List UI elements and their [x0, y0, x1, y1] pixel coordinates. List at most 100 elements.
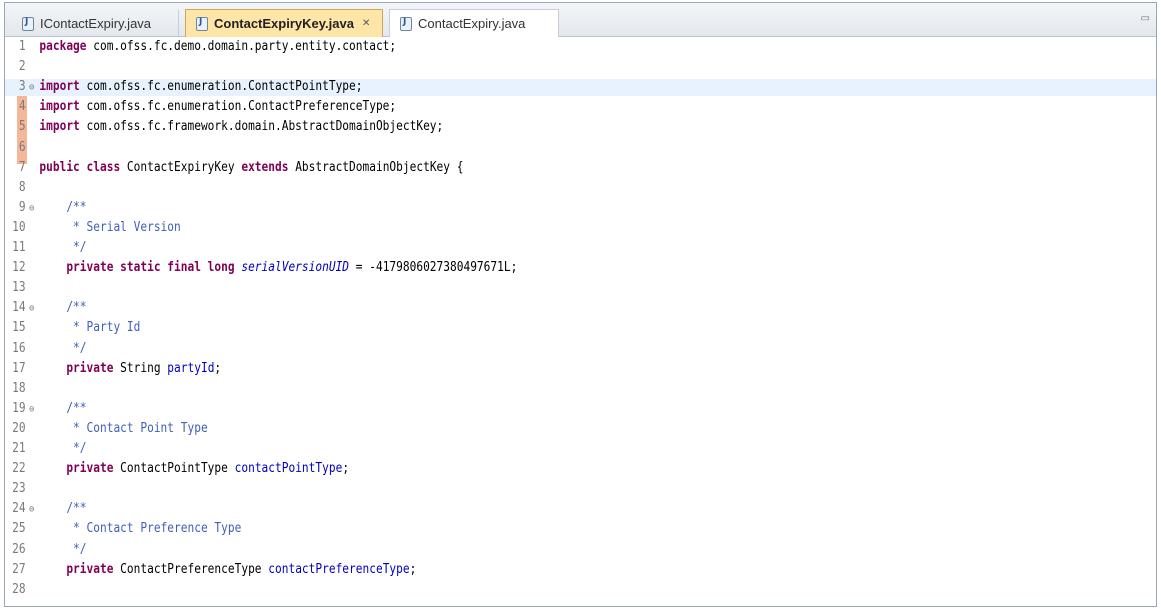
code-line[interactable]: 19 ⊖ /**	[5, 401, 995, 418]
code-line[interactable]: 14 ⊖ /**	[5, 300, 995, 317]
fold-toggle-icon[interactable]: ⊖	[29, 301, 39, 318]
code-token: partyId	[167, 360, 215, 376]
code-line[interactable]: 22 private ContactPointType contactPoint…	[5, 461, 995, 478]
code-token: * Party Id	[39, 320, 141, 336]
code-line[interactable]: 11 */	[5, 240, 995, 257]
code-token: public class	[39, 159, 121, 175]
line-number: 21	[12, 441, 26, 456]
code-token: extends	[241, 159, 289, 175]
line-number: 23	[12, 481, 26, 497]
java-file-icon	[22, 16, 34, 31]
code-token: private static final long	[66, 260, 235, 276]
code-line[interactable]: 21 */	[5, 441, 995, 458]
code-token: /**	[39, 400, 87, 416]
code-token: /**	[39, 300, 87, 316]
code-token: ;	[214, 360, 222, 376]
code-line[interactable]: 16 */	[5, 341, 995, 358]
line-number: 5	[18, 119, 26, 135]
code-token: /**	[39, 501, 87, 517]
code-token: serialVersionUID	[241, 260, 350, 276]
code-line[interactable]: 15 * Party Id	[5, 320, 995, 337]
tab-label: ContactExpiry.java	[418, 16, 526, 31]
line-number: 13	[12, 280, 26, 296]
code-line[interactable]: 20 * Contact Point Type	[5, 421, 995, 438]
code-token: AbstractDomainObjectKey {	[288, 159, 464, 175]
line-number: 6	[18, 139, 26, 155]
fold-toggle-icon[interactable]: ⊖	[29, 402, 39, 419]
code-token: * Contact Preference Type	[39, 521, 242, 537]
code-line[interactable]: 24 ⊖ /**	[5, 501, 995, 518]
fold-toggle-icon[interactable]: ⊖	[29, 80, 39, 97]
code-line[interactable]: 26 */	[5, 542, 995, 559]
code-line[interactable]: 2	[5, 59, 995, 76]
line-number: 28	[12, 581, 26, 597]
code-line[interactable]: 7 public class ContactExpiryKey extends A…	[5, 160, 995, 177]
line-number: 11	[12, 240, 26, 255]
line-number: 22	[12, 461, 26, 477]
code-line[interactable]: 4 import com.ofss.fc.enumeration.ContactP…	[5, 99, 995, 116]
code-line[interactable]: 3 ⊖ import com.ofss.fc.enumeration.Contact…	[5, 79, 1156, 96]
line-number: 20	[12, 420, 26, 436]
line-number: 17	[12, 360, 26, 376]
code-token: private	[66, 461, 114, 477]
code-token: */	[39, 340, 87, 356]
code-line[interactable]: 1 package com.ofss.fc.demo.domain.party.e…	[5, 39, 995, 56]
line-number: 18	[12, 380, 26, 396]
code-line[interactable]: 8	[5, 180, 995, 197]
fold-toggle-icon[interactable]: ⊖	[29, 502, 39, 519]
code-token: import	[39, 99, 80, 115]
line-number: 25	[12, 521, 26, 537]
code-line[interactable]: 18	[5, 381, 995, 398]
code-token: ContactPreferenceType	[113, 561, 269, 577]
tab-label: ContactExpiryKey.java	[214, 16, 354, 31]
code-line[interactable]: 10 * Serial Version	[5, 220, 995, 237]
code-line[interactable]: 9 ⊖ /**	[5, 200, 995, 217]
code-token: */	[39, 441, 87, 456]
line-number: 8	[18, 179, 26, 195]
code-token: import	[39, 79, 80, 95]
code-token: */	[39, 240, 87, 255]
code-token: com.ofss.fc.enumeration.ContactPointType…	[79, 79, 363, 95]
code-token: = -4179806027380497671L;	[349, 260, 518, 276]
code-line[interactable]: 25 * Contact Preference Type	[5, 521, 995, 538]
line-number: 19	[12, 400, 26, 416]
code-line[interactable]: 12 private static final long serialVersi…	[5, 260, 995, 277]
line-number: 1	[18, 39, 26, 54]
code-token: */	[39, 541, 87, 557]
code-token: com.ofss.fc.demo.domain.party.entity.con…	[86, 39, 397, 54]
code-token: ContactPointType	[113, 461, 235, 477]
code-line[interactable]: 6	[5, 140, 995, 157]
line-number: 4	[18, 99, 26, 115]
tab-contactexpiry[interactable]: ContactExpiry.java	[389, 9, 559, 37]
code-editor[interactable]: 1 package com.ofss.fc.demo.domain.party.e…	[5, 37, 1156, 606]
close-icon[interactable]: ✕	[362, 18, 370, 29]
code-line[interactable]: 27 private ContactPreferenceType contact…	[5, 562, 995, 579]
line-number: 7	[18, 159, 26, 175]
code-line[interactable]: 28	[5, 582, 995, 599]
code-token: package	[39, 39, 87, 54]
code-line[interactable]: 13	[5, 280, 995, 297]
code-token: ;	[342, 461, 350, 477]
fold-toggle-icon[interactable]: ⊖	[29, 201, 39, 218]
code-token: private	[66, 561, 114, 577]
editor-tab-bar: IContactExpiry.java ContactExpiryKey.jav…	[5, 3, 1156, 37]
line-number: 15	[12, 320, 26, 336]
code-token: contactPreferenceType	[268, 561, 410, 577]
code-line[interactable]: 23	[5, 481, 995, 498]
code-token: private	[66, 360, 114, 376]
tab-icontactexpiry[interactable]: IContactExpiry.java	[11, 9, 179, 37]
code-token: contactPointType	[234, 461, 343, 477]
code-line[interactable]: 5 import com.ofss.fc.framework.domain.Abs…	[5, 119, 995, 136]
code-token: * Contact Point Type	[39, 420, 208, 436]
code-line[interactable]: 17 private String partyId;	[5, 361, 995, 378]
minimize-icon[interactable]: ▭	[1141, 13, 1150, 24]
tab-contactexpirykey[interactable]: ContactExpiryKey.java ✕	[185, 9, 383, 37]
code-token: com.ofss.fc.framework.domain.AbstractDom…	[79, 119, 444, 135]
code-token: ;	[409, 561, 417, 577]
line-number: 14	[12, 300, 26, 316]
line-number: 12	[12, 260, 26, 276]
